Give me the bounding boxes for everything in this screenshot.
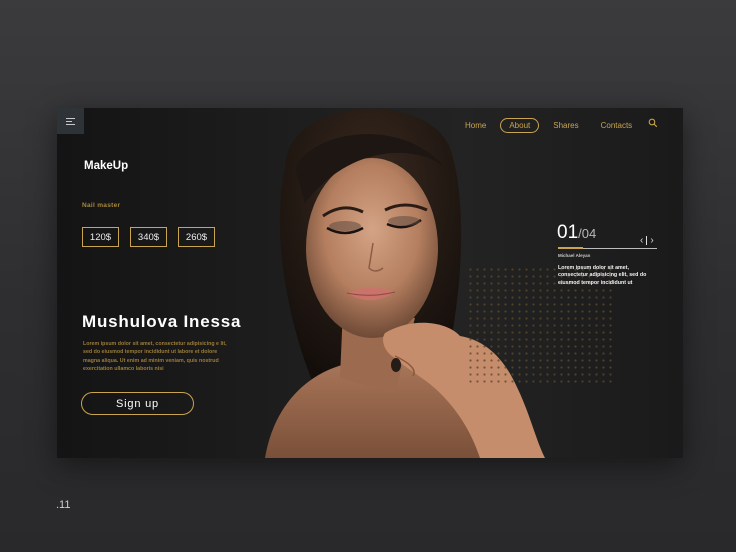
slide-total: /04 [578, 226, 597, 241]
chevron-left-icon[interactable]: ‹ [640, 235, 643, 246]
price-option[interactable]: 260$ [178, 227, 215, 247]
nav-about[interactable]: About [500, 118, 540, 133]
sign-up-button[interactable]: Sign up [81, 392, 194, 415]
slide-current: 01 [557, 222, 579, 243]
nav-home[interactable]: Home [457, 118, 494, 133]
search-icon[interactable] [648, 118, 658, 128]
hero-name: Mushulova Inessa [82, 312, 242, 331]
price-option[interactable]: 340$ [130, 227, 167, 247]
slide-text: Lorem ipsum dolor sit amet, consectetur … [558, 265, 647, 286]
nav-contacts[interactable]: Contacts [593, 118, 641, 133]
main-nav: Home About Shares Contacts [457, 118, 646, 133]
menu-button[interactable] [57, 108, 84, 134]
slide-progress-bar [558, 247, 657, 249]
chevron-right-icon[interactable]: › [650, 235, 653, 246]
brand-logo: MakeUp [84, 160, 129, 172]
hamburger-menu-icon [66, 117, 75, 119]
subtitle: Nail master [82, 202, 121, 209]
slider-arrows: ‹ › [640, 235, 654, 246]
slide-progress-fill [558, 247, 583, 249]
landing-page-screen: Home About Shares Contacts MakeUp Nail m… [57, 108, 683, 458]
shot-caption: .11 [56, 499, 71, 511]
price-list: 120$ 340$ 260$ [82, 227, 215, 247]
price-option[interactable]: 120$ [82, 227, 119, 247]
nav-shares[interactable]: Shares [545, 118, 586, 133]
slide-author: Michael Aleyan [558, 253, 591, 258]
hero-description: Lorem ipsum dolor sit amet, consectetur … [83, 341, 227, 372]
slide-counter: 01/04 [557, 222, 596, 244]
